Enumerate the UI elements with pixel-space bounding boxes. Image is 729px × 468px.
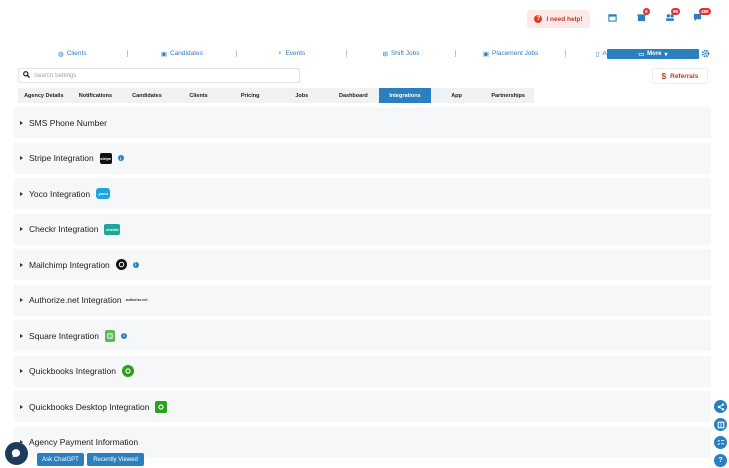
- integrations-list: SMS Phone Number Stripe Integration stri…: [14, 107, 711, 462]
- briefcase-icon: ▣: [482, 50, 490, 58]
- tab-dashboard[interactable]: Dashboard: [328, 88, 380, 103]
- tab-notifications[interactable]: Notifications: [70, 88, 122, 103]
- nav-clients[interactable]: ◍ Clients: [18, 50, 127, 58]
- recently-viewed-button[interactable]: Recently Viewed: [87, 453, 144, 466]
- calendar-icon[interactable]: [608, 13, 620, 24]
- tab-app[interactable]: App: [431, 88, 483, 103]
- info-icon[interactable]: i: [120, 332, 127, 339]
- checklist-icon[interactable]: [714, 436, 727, 449]
- row-quickbooks-desktop-integration[interactable]: Quickbooks Desktop Integration: [14, 391, 711, 422]
- nav-placement-jobs[interactable]: ▣ Placement Jobs: [456, 50, 565, 58]
- row-yoco-integration[interactable]: Yoco Integration yoco: [14, 178, 711, 209]
- trophy-icon: ♆: [277, 50, 283, 57]
- users-badge: 96: [671, 8, 681, 15]
- main-nav: ◍ Clients ▣ Candidates ♆ Events ⊞ Shift …: [18, 48, 699, 59]
- store-badge: 9: [643, 8, 650, 15]
- row-mailchimp-integration[interactable]: Mailchimp Integration i: [14, 249, 711, 280]
- question-help-icon[interactable]: ?: [714, 454, 727, 467]
- gear-icon[interactable]: [701, 49, 710, 58]
- dollar-icon: $: [661, 71, 667, 81]
- quickbooks-desktop-logo-icon: [155, 400, 168, 413]
- stripe-logo-icon: stripe: [99, 152, 112, 164]
- square-logo-icon: [104, 329, 115, 342]
- caret-right-icon: [20, 333, 23, 338]
- chat-icon[interactable]: 489: [693, 8, 711, 24]
- tab-candidates[interactable]: Candidates: [121, 88, 173, 103]
- search-icon: [23, 71, 30, 80]
- search-box: [18, 68, 300, 83]
- help-label: I need help!: [546, 15, 583, 23]
- row-authorize-net-integration[interactable]: Authorize.net Integration authorize.net: [14, 284, 711, 316]
- tab-partnerships[interactable]: Partnerships: [482, 88, 534, 103]
- briefcase-icon: ▣: [160, 50, 167, 58]
- caret-right-icon: [20, 262, 23, 267]
- yoco-logo-icon: yoco: [96, 188, 111, 199]
- shift-icon: ⊞: [382, 50, 388, 58]
- share-icon[interactable]: [714, 400, 727, 413]
- nav-candidates[interactable]: ▣ Candidates: [128, 50, 237, 58]
- caret-right-icon: [20, 156, 23, 160]
- mailchimp-logo-icon: [115, 259, 127, 270]
- row-sms-phone-number[interactable]: SMS Phone Number: [14, 107, 711, 138]
- tab-clients[interactable]: Clients: [173, 88, 225, 103]
- search-input[interactable]: [34, 72, 284, 79]
- tab-pricing[interactable]: Pricing: [224, 88, 276, 103]
- chat-bubble-icon[interactable]: [5, 442, 28, 465]
- mobile-icon: ▯: [595, 50, 600, 58]
- settings-tabs: Agency Details Notifications Candidates …: [18, 88, 534, 103]
- more-icon: ▭: [638, 51, 645, 58]
- tab-integrations[interactable]: Integrations: [379, 88, 431, 103]
- users-icon[interactable]: 96: [665, 8, 681, 24]
- caret-right-icon: [20, 227, 23, 231]
- checkr-logo-icon: checkr: [104, 223, 121, 235]
- info-icon[interactable]: i: [132, 261, 139, 268]
- info-icon[interactable]: i: [117, 155, 124, 161]
- referrals-button[interactable]: $ Referrals: [652, 68, 708, 84]
- caret-right-icon: [20, 120, 23, 125]
- authorize-net-logo-icon: authorize.net: [125, 298, 148, 302]
- top-bar: ? I need help! 9 96 489: [0, 0, 729, 40]
- store-icon[interactable]: 9: [637, 8, 650, 24]
- row-stripe-integration[interactable]: Stripe Integration stripe i: [14, 142, 711, 174]
- chevron-down-icon: ▾: [664, 51, 668, 58]
- row-quickbooks-integration[interactable]: Quickbooks Integration: [14, 355, 711, 387]
- question-icon: ?: [534, 15, 543, 23]
- caret-right-icon: [20, 369, 23, 373]
- chat-badge: 489: [699, 8, 711, 15]
- help-button[interactable]: ? I need help!: [527, 10, 590, 28]
- caret-right-icon: [20, 191, 23, 196]
- nav-events[interactable]: ♆ Events: [237, 50, 346, 57]
- row-square-integration[interactable]: Square Integration i: [14, 320, 711, 351]
- more-dropdown-button[interactable]: ▭ More ▾: [607, 49, 699, 59]
- tab-agency-details[interactable]: Agency Details: [18, 88, 70, 103]
- caret-right-icon: [20, 298, 23, 302]
- row-checkr-integration[interactable]: Checkr Integration checkr: [14, 213, 711, 245]
- nav-shift-jobs[interactable]: ⊞ Shift Jobs: [347, 50, 456, 58]
- globe-icon: ◍: [58, 50, 64, 58]
- quickbooks-logo-icon: [121, 365, 134, 377]
- book-icon[interactable]: [714, 418, 727, 431]
- tab-jobs[interactable]: Jobs: [276, 88, 328, 103]
- ask-chatgpt-button[interactable]: Ask ChatGPT: [37, 453, 84, 466]
- caret-right-icon: [20, 404, 23, 409]
